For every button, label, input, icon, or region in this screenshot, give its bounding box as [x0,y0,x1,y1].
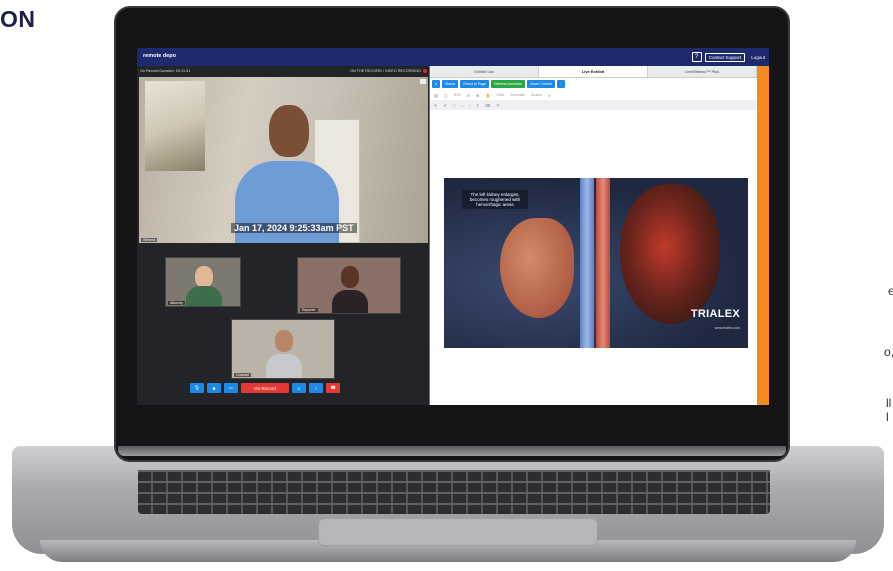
vein [580,178,594,348]
laptop-hinge [118,446,786,456]
side-fragment: ll [886,396,892,410]
end-call-button[interactable]: ☎ [326,383,340,393]
exhibit-toolbar: ✕ Stamp Direct to Page Witness Annotate … [430,78,757,90]
annotation-toolbar: ✎ ✐ □ ○ ⁄ T ⌫ ↶ [430,100,757,110]
info-button[interactable]: i [309,383,323,393]
person-head [269,105,309,157]
sidebar-icon[interactable]: ▤ [434,93,438,98]
call-controls: 🎙 ■ ▭ On Record ≡ i ☎ [190,383,340,393]
video-panel: On Record Duration: 00:11:31 ON THE RECO… [137,66,430,405]
participant-head [275,330,293,352]
zoom-control-button[interactable]: Zoom Control [527,80,555,88]
search-field[interactable]: Search [531,93,542,97]
expand-icon[interactable] [420,79,426,84]
exhibit-panel: Exhibit List Live Exhibit LiveWitness™ P… [430,66,757,405]
enlarged-kidney [620,184,720,324]
record-duration: On Record Duration: 00:11:31 [140,68,191,73]
app-logo: remote depo [143,53,177,60]
camera-button[interactable]: ■ [207,383,221,393]
participant-name: Reporter [300,308,318,312]
contact-support-button[interactable]: Contact Support [704,52,746,62]
text-icon[interactable]: T [476,103,478,108]
header-actions: ? Contact Support Logout [691,52,765,62]
participant-body [266,354,302,378]
direct-to-page-button[interactable]: Direct to Page [460,80,490,88]
page-icon[interactable]: ▢ [444,93,448,98]
line-icon[interactable]: ⁄ [470,103,471,108]
zoom-in-icon[interactable]: ⊕ [476,93,479,98]
video-timestamp: Jan 17, 2024 9:25:33am PST [231,223,357,233]
participant-name: Witness [141,238,158,242]
participant-head [341,266,359,288]
participant-body [186,286,222,306]
annotate-field[interactable]: Annotate [510,93,524,97]
main-video-feed[interactable]: Jan 17, 2024 9:25:33am PST Witness [139,77,428,243]
more-icon[interactable]: ⋮ [556,80,565,88]
participant-name: Counsel [234,373,251,377]
participant-name: Attorney [168,301,186,305]
witness-annotate-button[interactable]: Witness Annotate [491,80,526,88]
zoom-level[interactable]: 90% [454,93,461,97]
screen-share-button[interactable]: ▭ [224,383,238,393]
close-icon[interactable]: ✕ [432,80,440,88]
side-heading: ON [0,6,36,32]
participant-tile[interactable]: Reporter [297,257,401,314]
highlighter-icon[interactable]: ✐ [443,103,446,108]
healthy-kidney [500,218,574,318]
page: ON e o, ll l remote depo ? Contact Suppo… [0,0,893,571]
recording-status-label: ON THE RECORD / VIDEO RECORDING [349,68,421,73]
pen-icon[interactable]: ✎ [434,103,437,108]
laptop-screen: remote depo ? Contact Support Logout On … [137,48,769,405]
tab-livewitness-plus[interactable]: LiveWitness™ Plus [648,66,757,77]
zoom-out-icon[interactable]: ⊖ [467,93,470,98]
side-fragment: e [888,284,893,298]
menu-button[interactable]: ≡ [292,383,306,393]
search-icon[interactable]: ⌕ [548,93,550,98]
side-fragment: l [886,410,889,424]
filter-field[interactable]: Filter [496,93,504,97]
circle-icon[interactable]: ○ [461,103,463,108]
artery [596,178,610,348]
participant-tile[interactable]: Attorney [165,257,241,307]
on-record-button[interactable]: On Record [241,383,289,393]
viewer-toolbar: ▤ ▢ 90% ⊖ ⊕ ✋ Filter Annotate Search ⌕ [430,90,757,100]
keyboard [138,470,770,514]
trackpad [318,518,598,546]
app-header: remote depo ? Contact Support Logout [137,48,769,66]
image-caption: The left kidney enlarges, becomes roughe… [462,190,528,209]
on-record-label: On Record [254,385,276,391]
tab-exhibit-list[interactable]: Exhibit List [430,66,539,77]
recording-bar: On Record Duration: 00:11:31 ON THE RECO… [137,66,430,75]
shape-icon[interactable]: □ [453,103,455,108]
trialex-url: www.trialex.com [714,326,740,330]
wall-art [145,81,205,171]
recording-status: ON THE RECORD / VIDEO RECORDING [349,68,427,73]
trialex-logo: TRIALEX [690,308,740,320]
side-handle[interactable] [757,66,769,405]
exhibit-image[interactable]: The left kidney enlarges, becomes roughe… [444,178,748,348]
side-fragment: o, [884,345,893,359]
tab-live-exhibit[interactable]: Live Exhibit [539,66,648,77]
eraser-icon[interactable]: ⌫ [485,103,491,108]
stamp-button[interactable]: Stamp [442,80,459,88]
hand-icon[interactable]: ✋ [485,93,490,98]
participant-body [332,290,368,313]
participant-head [195,266,213,288]
participant-tile[interactable]: Counsel [231,319,335,379]
mic-button[interactable]: 🎙 [190,383,204,393]
exhibit-tabs: Exhibit List Live Exhibit LiveWitness™ P… [430,66,757,78]
help-button[interactable]: ? [691,52,702,62]
logout-link[interactable]: Logout [751,55,765,60]
undo-icon[interactable]: ↶ [496,103,499,108]
record-dot-icon [423,68,427,73]
